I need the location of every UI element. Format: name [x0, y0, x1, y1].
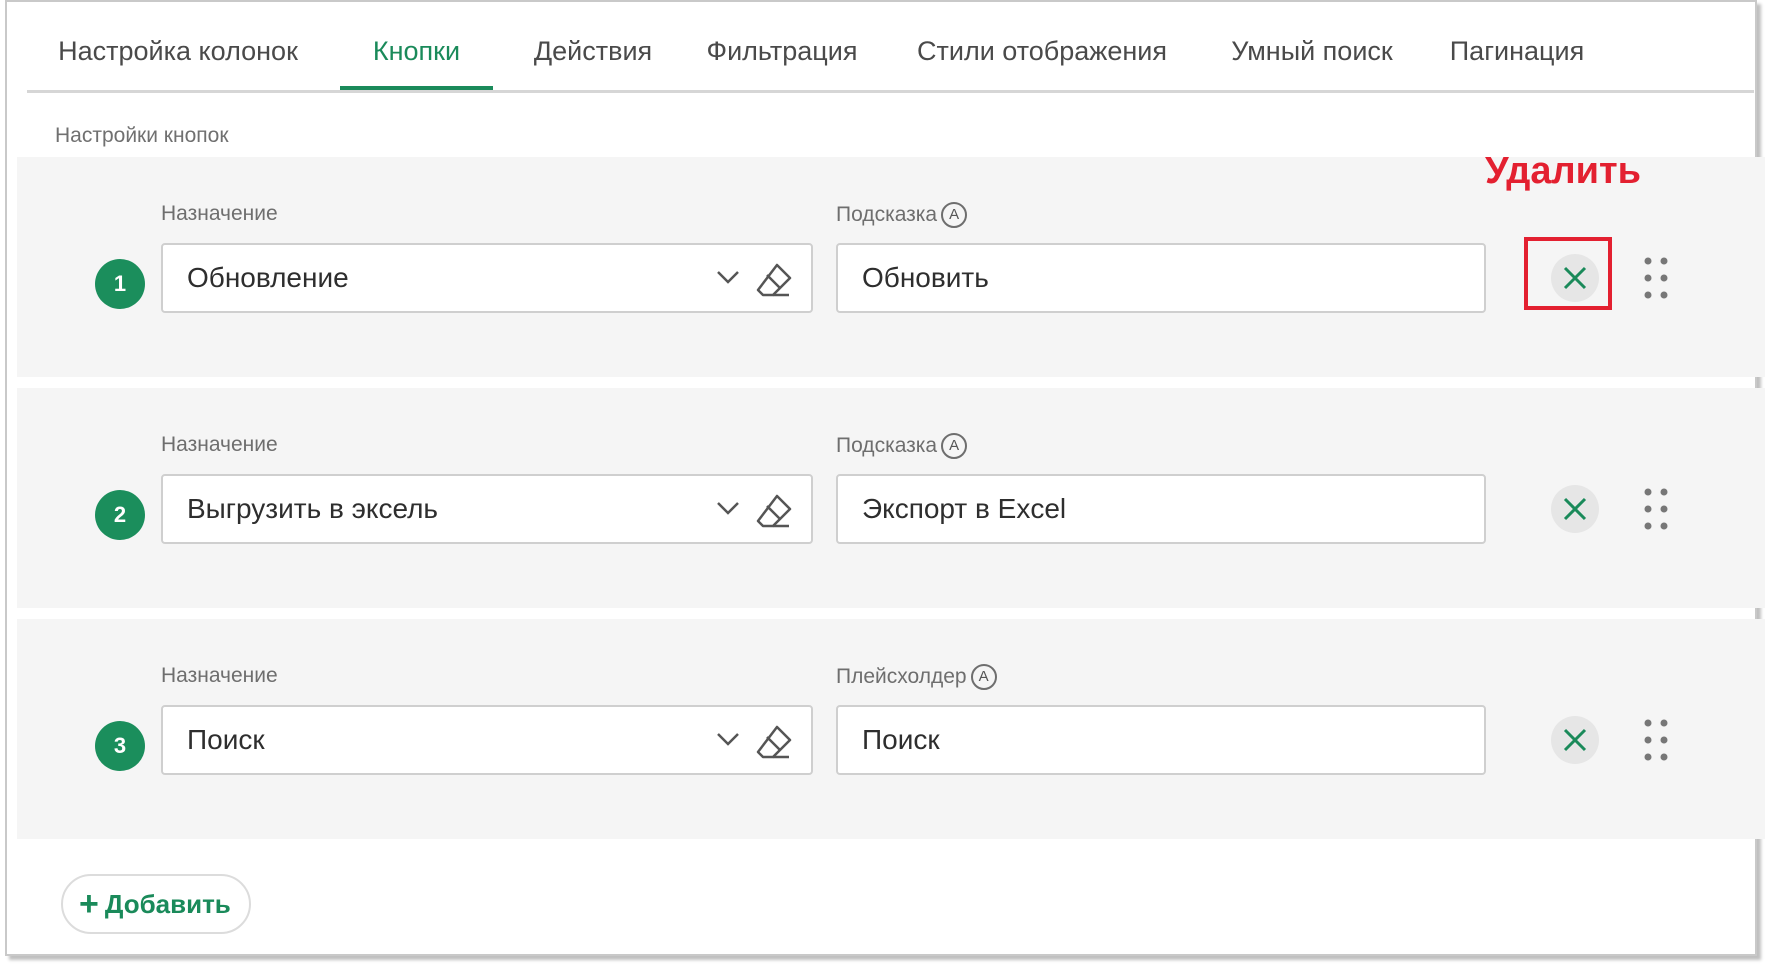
info-icon[interactable]: A [941, 433, 968, 459]
section-title: Настройки кнопок [55, 124, 229, 147]
eraser-icon[interactable] [755, 492, 793, 530]
active-tab-indicator [340, 86, 493, 90]
placeholder-label: Плейсхолдер A [836, 664, 997, 690]
plus-icon: + [79, 885, 99, 923]
purpose-select[interactable]: Выгрузить в эксель [161, 474, 813, 544]
purpose-value: Поиск [187, 724, 265, 755]
purpose-label: Назначение [161, 202, 278, 226]
hint-value: Экспорт в Excel [862, 493, 1067, 524]
drag-handle-icon[interactable] [1641, 486, 1671, 532]
row-number-badge: 1 [95, 259, 145, 309]
tab-buttons[interactable]: Кнопки [340, 2, 493, 90]
chevron-down-icon[interactable] [715, 729, 741, 749]
delete-button[interactable] [1551, 716, 1599, 764]
purpose-select[interactable]: Поиск [161, 705, 813, 775]
chevron-down-icon[interactable] [715, 267, 741, 287]
info-icon[interactable]: A [970, 664, 997, 690]
hint-label: Подсказка A [836, 433, 968, 459]
delete-highlight-box [1524, 237, 1612, 310]
close-icon [1563, 728, 1587, 752]
hint-input[interactable]: Обновить [836, 243, 1486, 313]
close-icon [1563, 497, 1587, 521]
purpose-label-text: Назначение [161, 202, 278, 225]
delete-annotation-label: Удалить [1485, 150, 1641, 192]
hint-label-text: Подсказка [836, 434, 938, 457]
hint-label: Подсказка A [836, 202, 968, 228]
placeholder-input[interactable]: Поиск [836, 705, 1486, 775]
chevron-down-icon[interactable] [715, 498, 741, 518]
drag-handle-icon[interactable] [1641, 255, 1671, 301]
hint-input[interactable]: Экспорт в Excel [836, 474, 1486, 544]
tab-bar: Настройка колонок Кнопки Действия Фильтр… [27, 2, 1754, 93]
tab-filtering[interactable]: Фильтрация [697, 2, 867, 90]
hint-value: Обновить [862, 262, 989, 293]
delete-button[interactable] [1551, 485, 1599, 533]
eraser-icon[interactable] [755, 261, 793, 299]
button-row: 3 Назначение Поиск Плейсхолдер A Поиск [17, 619, 1765, 839]
purpose-label-text: Назначение [161, 664, 278, 687]
settings-panel: Настройка колонок Кнопки Действия Фильтр… [5, 0, 1765, 956]
tab-pagination[interactable]: Пагинация [1437, 2, 1597, 90]
eraser-icon[interactable] [755, 723, 793, 761]
drag-handle-icon[interactable] [1641, 717, 1671, 763]
tab-smart-search[interactable]: Умный поиск [1213, 2, 1411, 90]
purpose-value: Выгрузить в эксель [187, 493, 439, 524]
add-button-label: Добавить [104, 888, 231, 919]
row-number-badge: 3 [95, 721, 145, 771]
info-icon[interactable]: A [941, 202, 968, 228]
tab-actions[interactable]: Действия [523, 2, 663, 90]
purpose-label: Назначение [161, 664, 278, 688]
placeholder-value: Поиск [862, 724, 940, 755]
add-button[interactable]: + Добавить [61, 874, 251, 934]
button-row: 2 Назначение Выгрузить в эксель Подсказк… [17, 388, 1765, 608]
purpose-label: Назначение [161, 433, 278, 457]
purpose-select[interactable]: Обновление [161, 243, 813, 313]
tab-column-settings[interactable]: Настройка колонок [53, 2, 303, 90]
purpose-label-text: Назначение [161, 433, 278, 456]
purpose-value: Обновление [187, 262, 349, 293]
row-number-badge: 2 [95, 490, 145, 540]
hint-label-text: Подсказка [836, 203, 938, 226]
tab-display-styles[interactable]: Стили отображения [897, 2, 1187, 90]
placeholder-label-text: Плейсхолдер [836, 665, 967, 688]
